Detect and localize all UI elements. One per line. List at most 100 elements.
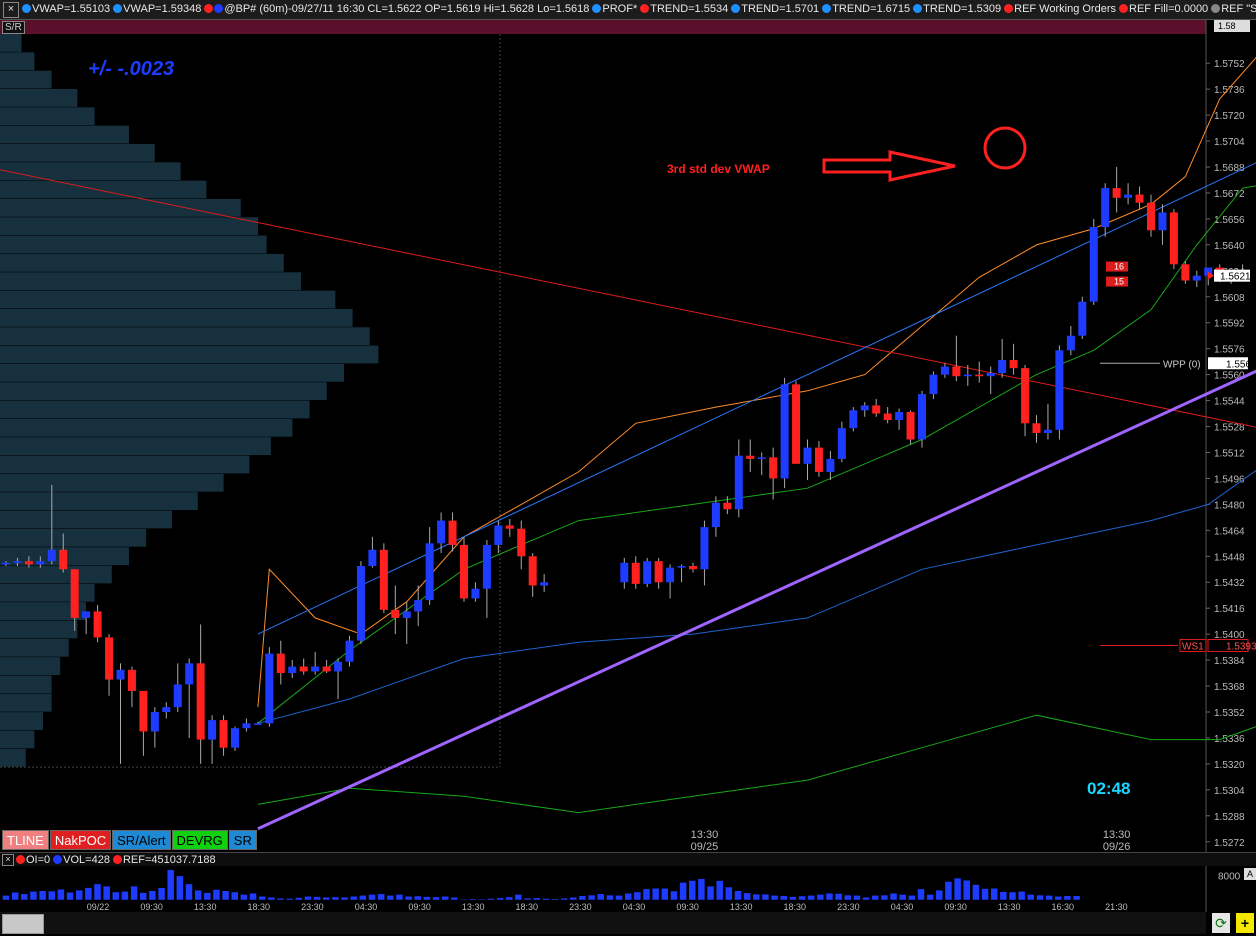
legend-item-2[interactable]: @BP# (60m)-09/27/11 16:30 CL=1.5622 OP=1… bbox=[204, 0, 589, 19]
volume-bar bbox=[889, 892, 898, 901]
candle-bull bbox=[700, 527, 709, 570]
candle-bear bbox=[93, 611, 102, 638]
x-tick-time: 13:30 bbox=[1103, 829, 1131, 841]
candle-bear bbox=[723, 502, 732, 510]
volume-legend-item-1[interactable]: VOL=428 bbox=[53, 853, 110, 867]
x-tick-date: 09/26 bbox=[1103, 841, 1131, 852]
volume-profile-bar bbox=[0, 382, 327, 401]
volume-profile-bar bbox=[0, 620, 78, 639]
candle-bull bbox=[116, 669, 125, 680]
volume-bar bbox=[139, 892, 147, 901]
legend-item-7[interactable]: TREND=1.5309 bbox=[913, 0, 1001, 19]
legend-item-9[interactable]: REF Fill=0.0000 bbox=[1119, 0, 1208, 19]
y-tick-label: 1.5640 bbox=[1214, 241, 1245, 252]
volume-bar bbox=[441, 896, 449, 901]
volume-legend-items: OI=0 VOL=428 REF=451037.7188 bbox=[16, 854, 219, 866]
volume-x-tick: 04:30 bbox=[623, 902, 646, 912]
candle-bear bbox=[1021, 368, 1030, 424]
legend-item-label: REF Fill=0.0000 bbox=[1129, 3, 1209, 15]
legend-item-label: VWAP=1.59348 bbox=[123, 3, 202, 15]
y-tick-label: 1.5544 bbox=[1214, 397, 1245, 408]
candle-bear bbox=[1009, 360, 1018, 369]
bar-timer: 02:48 bbox=[1087, 779, 1130, 798]
refresh-icon[interactable]: ⟳ bbox=[1212, 913, 1230, 933]
volume-bar bbox=[203, 892, 212, 901]
candle-bull bbox=[643, 561, 652, 584]
candle-bull bbox=[437, 520, 446, 544]
volume-x-tick: 23:30 bbox=[837, 902, 860, 912]
indicator-legend-items: VWAP=1.55103 VWAP=1.59348 @BP# (60m)-09/27… bbox=[22, 3, 1256, 15]
toolbar-button-nakpoc[interactable]: NakPOC bbox=[49, 830, 112, 850]
toolbar-button-sralert[interactable]: SR/Alert bbox=[112, 830, 171, 850]
bid-size: 16 bbox=[1114, 262, 1124, 272]
legend-item-5[interactable]: TREND=1.5701 bbox=[731, 0, 819, 19]
candle-bear bbox=[952, 366, 961, 377]
close-chart-button[interactable]: × bbox=[3, 2, 19, 18]
volume-bar bbox=[972, 884, 980, 901]
legend-item-6[interactable]: TREND=1.6715 bbox=[822, 0, 910, 19]
legend-item-10[interactable]: REF "S/R" bbox=[1211, 0, 1256, 19]
volume-bar bbox=[780, 895, 788, 901]
legend-item-8[interactable]: REF Working Orders bbox=[1004, 0, 1116, 19]
legend-item-3[interactable]: PROF* bbox=[592, 0, 637, 19]
toolbar-button-sr[interactable]: SR bbox=[228, 830, 257, 850]
volume-x-tick: 13:30 bbox=[998, 902, 1021, 912]
y-tick-label: 1.5512 bbox=[1214, 448, 1245, 459]
volume-profile-bar bbox=[0, 492, 198, 511]
price-chart[interactable]: 1.57521.57361.57201.57041.56881.56721.56… bbox=[0, 20, 1256, 852]
volume-bar bbox=[1072, 895, 1081, 901]
ws1-price: 1.5393 bbox=[1226, 641, 1256, 652]
volume-bar bbox=[459, 898, 468, 901]
volume-bar bbox=[57, 888, 65, 901]
volume-profile-bar bbox=[0, 418, 293, 437]
time-scrollbar[interactable] bbox=[0, 912, 1206, 934]
toolbar-button-devrg[interactable]: DEVRG bbox=[171, 830, 228, 850]
legend-item-0[interactable]: VWAP=1.55103 bbox=[22, 0, 110, 19]
volume-bar bbox=[231, 891, 239, 901]
x-tick-date: 09/25 bbox=[691, 841, 719, 852]
volume-profile-bar bbox=[0, 180, 207, 199]
volume-x-tick: 09:30 bbox=[408, 902, 431, 912]
ws1-label: WS1 bbox=[1182, 641, 1204, 652]
scrollbar-thumb[interactable] bbox=[2, 914, 44, 934]
volume-bar bbox=[1063, 895, 1072, 901]
volume-bar bbox=[715, 880, 724, 901]
volume-legend-bar: × OI=0 VOL=428 REF=451037.7188 bbox=[0, 852, 1256, 867]
volume-legend-item-0[interactable]: OI=0 bbox=[16, 853, 50, 867]
toolbar-buttons: TLINE NakPOC SR/Alert DEVRG SR bbox=[2, 830, 258, 852]
volume-bar bbox=[148, 890, 157, 901]
volume-bar bbox=[359, 895, 367, 901]
axis-a-button[interactable]: A bbox=[1244, 868, 1256, 880]
candle-bear bbox=[391, 609, 400, 618]
volume-chart[interactable]: 8000 09/22 09:30 13:30 18:30 23:30 04:30 09:30 1… bbox=[0, 866, 1256, 912]
volume-bar bbox=[468, 898, 477, 901]
candle-bull bbox=[82, 611, 91, 618]
toolbar-button-tline[interactable]: TLINE bbox=[2, 830, 49, 850]
volume-x-tick: 18:30 bbox=[784, 902, 807, 912]
close-volume-button[interactable]: × bbox=[2, 854, 14, 866]
y-tick-label: 1.5464 bbox=[1214, 526, 1245, 537]
volume-bar bbox=[487, 898, 495, 901]
volume-profile-bar bbox=[0, 107, 95, 126]
volume-profile-bar bbox=[0, 748, 26, 767]
y-tick-label: 1.5688 bbox=[1214, 163, 1245, 174]
volume-bar bbox=[66, 892, 74, 901]
candle-bear bbox=[105, 637, 114, 680]
legend-item-4[interactable]: TREND=1.5534 bbox=[640, 0, 728, 19]
candle-bull bbox=[1043, 429, 1052, 434]
volume-bar bbox=[75, 889, 83, 901]
legend-item-label: PROF* bbox=[602, 3, 638, 15]
wpp-label: WPP (0) bbox=[1163, 359, 1201, 370]
volume-bar bbox=[1017, 891, 1026, 901]
volume-bar bbox=[258, 896, 266, 901]
volume-legend-item-2[interactable]: REF=451037.7188 bbox=[112, 853, 216, 867]
candle-bear bbox=[139, 690, 148, 732]
candle-bear bbox=[883, 413, 892, 421]
y-tick-label: 1.5288 bbox=[1214, 812, 1245, 823]
candle-bear bbox=[769, 457, 778, 479]
y-tick-label: 1.5304 bbox=[1214, 786, 1245, 797]
legend-item-1[interactable]: VWAP=1.59348 bbox=[113, 0, 201, 19]
candle-bear bbox=[460, 544, 468, 599]
legend-dot-icon bbox=[113, 4, 123, 13]
add-icon[interactable]: + bbox=[1236, 913, 1254, 933]
